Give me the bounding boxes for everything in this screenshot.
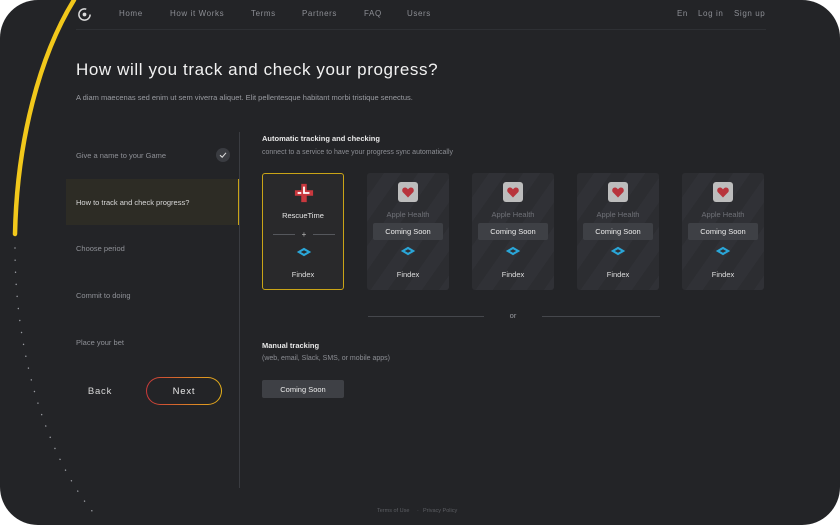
check-icon (216, 148, 230, 162)
footer-separator: · (417, 508, 419, 514)
terms-of-use-link[interactable]: Terms of Use (377, 508, 409, 514)
nav-home[interactable]: Home (119, 9, 143, 18)
or-divider-left (368, 316, 484, 317)
manual-coming-soon-button[interactable]: Coming Soon (262, 380, 344, 398)
automatic-tracking-subtitle: connect to a service to have your progre… (262, 149, 454, 156)
page-subtitle: A diam maecenas sed enim ut sem viverra … (76, 93, 413, 102)
service-card-rescuetime[interactable]: RescueTime + Findex (262, 173, 344, 290)
back-button[interactable]: Back (78, 377, 122, 405)
service-name: Apple Health (701, 210, 745, 219)
nav-users[interactable]: Users (407, 9, 431, 18)
partner-name: Findex (711, 270, 735, 279)
step-label: How to track and check progress? (76, 197, 190, 207)
partner-name: Findex (606, 270, 630, 279)
step-label: Give a name to your Game (76, 150, 167, 160)
heart-icon (608, 182, 628, 202)
step-label: Choose period (76, 243, 125, 253)
step-label: Place your bet (76, 337, 124, 347)
partner-name: Findex (396, 270, 420, 279)
findex-icon (715, 246, 731, 256)
service-card-apple-health[interactable]: Apple Health Coming Soon Findex (682, 173, 764, 290)
nav-faq[interactable]: FAQ (364, 9, 382, 18)
heart-icon (713, 182, 733, 202)
findex-icon (400, 246, 416, 256)
or-divider-right (542, 316, 660, 317)
coming-soon-badge: Coming Soon (583, 223, 653, 240)
language-selector[interactable]: En (677, 9, 688, 18)
signup-link[interactable]: Sign up (734, 9, 765, 18)
findex-icon (610, 246, 626, 256)
manual-tracking-title: Manual tracking (262, 341, 320, 350)
page-title: How will you track and check your progre… (76, 60, 439, 79)
nav-how-it-works[interactable]: How it Works (170, 9, 224, 18)
nav-divider (76, 29, 766, 30)
step-choose-period[interactable]: Choose period (66, 225, 240, 271)
step-track-progress[interactable]: How to track and check progress? (66, 179, 240, 225)
heart-icon (503, 182, 523, 202)
privacy-policy-link[interactable]: Privacy Policy (423, 508, 457, 514)
step-name-game[interactable]: Give a name to your Game (66, 132, 240, 178)
or-label: or (509, 311, 517, 320)
findex-icon (296, 247, 312, 257)
coming-soon-badge: Coming Soon (688, 223, 758, 240)
logo-icon[interactable] (77, 7, 92, 22)
nav-partners[interactable]: Partners (302, 9, 337, 18)
service-card-apple-health[interactable]: Apple Health Coming Soon Findex (577, 173, 659, 290)
manual-tracking-subtitle: (web, email, Slack, SMS, or mobile apps) (262, 355, 390, 362)
app-frame: Home How it Works Terms Partners FAQ Use… (0, 0, 840, 525)
service-name: Apple Health (386, 210, 430, 219)
automatic-tracking-title: Automatic tracking and checking (262, 134, 380, 143)
login-link[interactable]: Log in (698, 9, 723, 18)
top-nav: Home How it Works Terms Partners FAQ Use… (0, 0, 840, 30)
partner-name: Findex (291, 270, 315, 279)
findex-icon (505, 246, 521, 256)
service-name: RescueTime (282, 211, 324, 220)
partner-name: Findex (501, 270, 525, 279)
service-card-apple-health[interactable]: Apple Health Coming Soon Findex (367, 173, 449, 290)
step-commit[interactable]: Commit to doing (66, 272, 240, 318)
plus-separator: + (273, 230, 335, 239)
coming-soon-badge: Coming Soon (478, 223, 548, 240)
nav-terms[interactable]: Terms (251, 9, 276, 18)
rescuetime-icon (294, 183, 314, 203)
service-name: Apple Health (596, 210, 640, 219)
step-label: Commit to doing (76, 290, 131, 300)
step-place-bet[interactable]: Place your bet (66, 319, 240, 365)
vertical-divider (239, 132, 240, 488)
service-name: Apple Health (491, 210, 535, 219)
coming-soon-badge: Coming Soon (373, 223, 443, 240)
service-card-apple-health[interactable]: Apple Health Coming Soon Findex (472, 173, 554, 290)
heart-icon (398, 182, 418, 202)
next-button[interactable]: Next (146, 377, 222, 405)
